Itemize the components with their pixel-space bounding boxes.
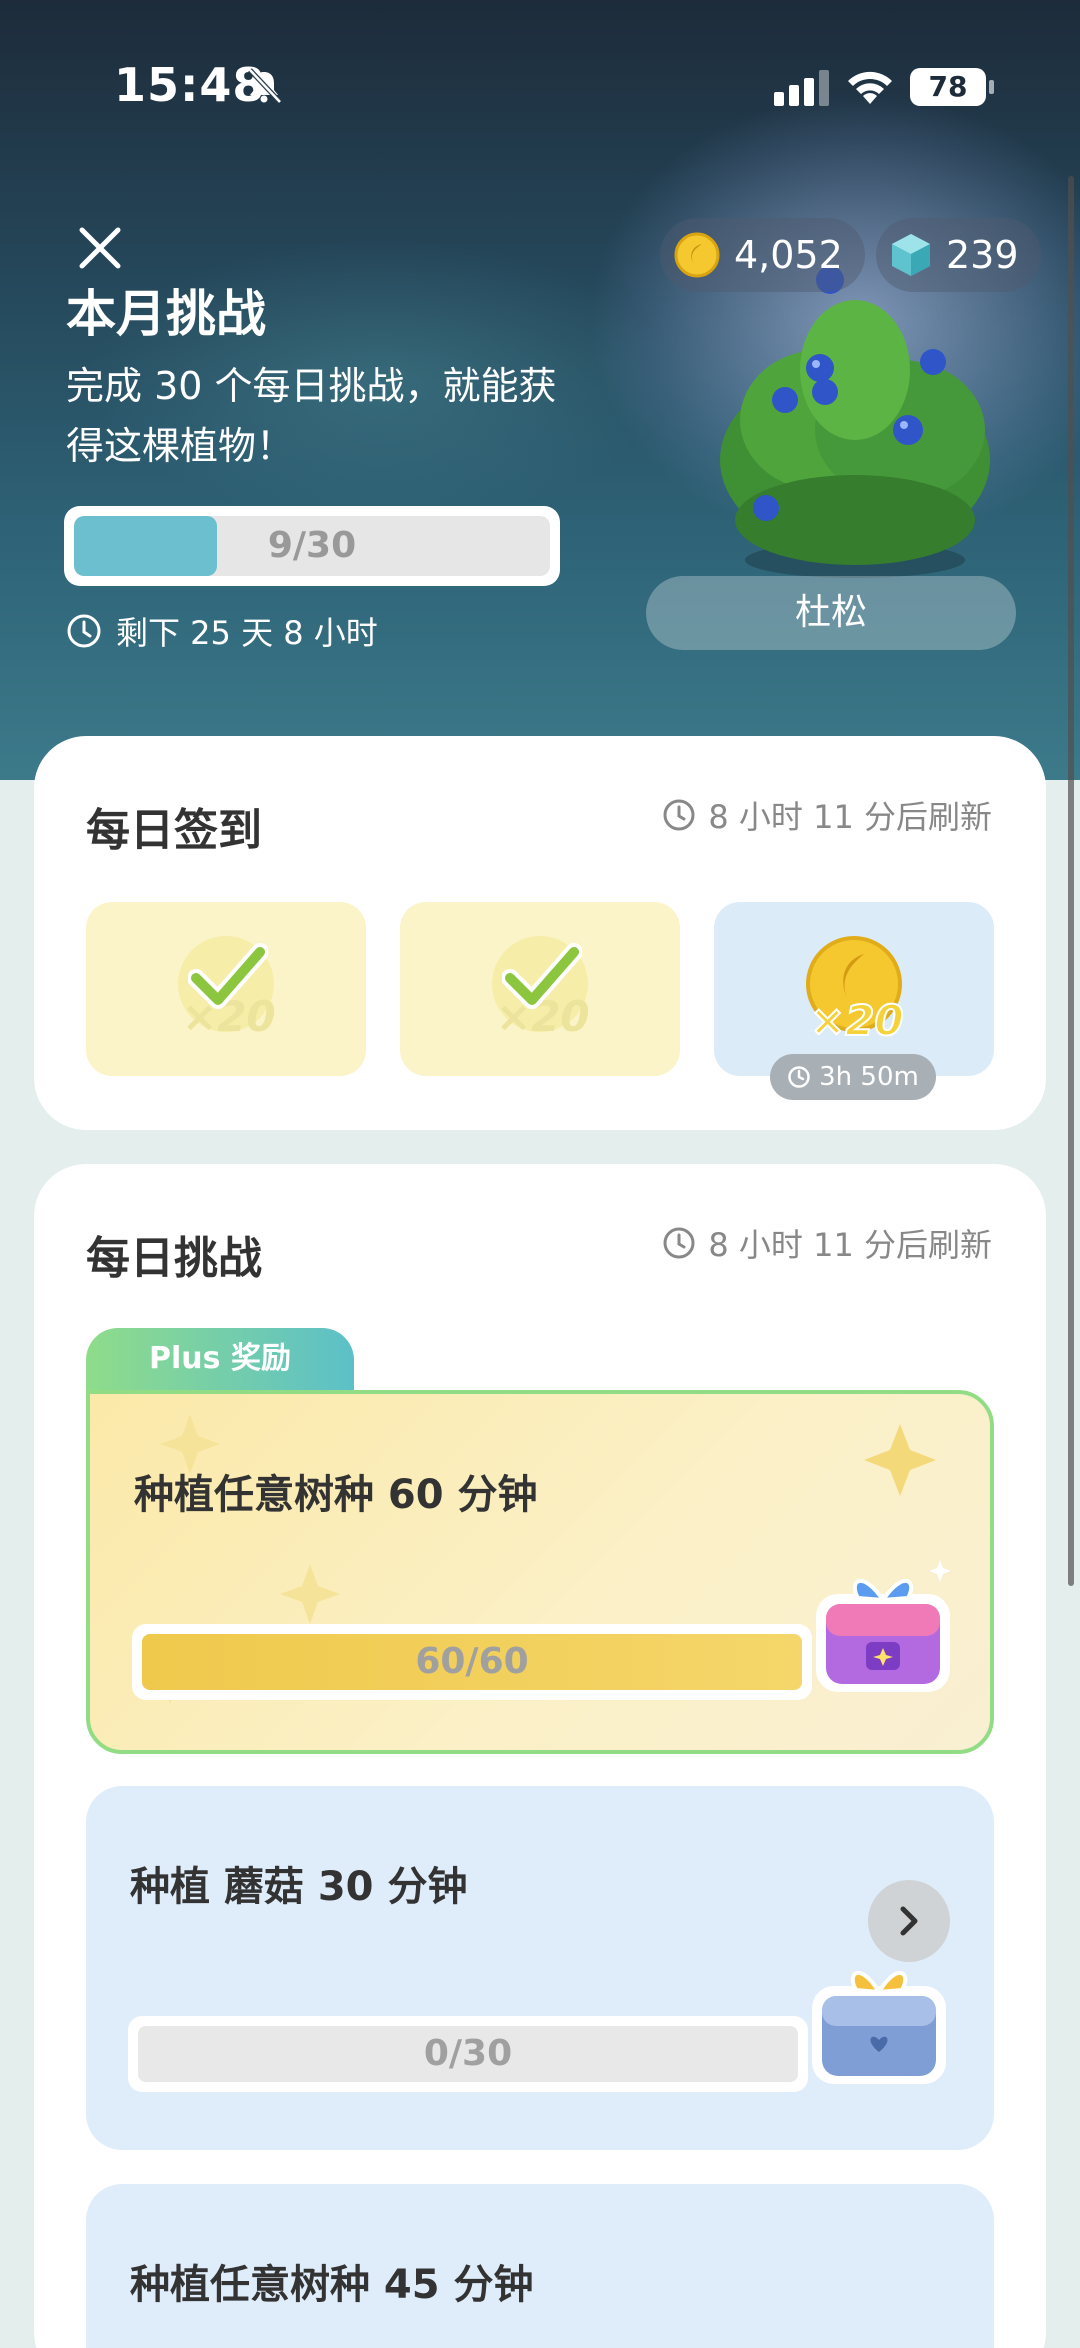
- page-title: 本月挑战: [66, 285, 266, 343]
- gift-box-icon[interactable]: [808, 1550, 958, 1700]
- daily-challenge-refresh: 8 小时 11 分后刷新: [662, 1220, 992, 1266]
- daily-challenge-title: 每日挑战: [86, 1233, 262, 1284]
- coin-icon: [674, 232, 720, 278]
- challenge-item-1-progress: 60/60: [132, 1624, 812, 1700]
- challenge-item-3-title: 种植任意树种 45 分钟: [130, 2262, 534, 2308]
- challenge-item-2-progress: 0/30: [128, 2016, 808, 2092]
- challenge-item-1[interactable]: 种植任意树种 60 分钟 60/60: [86, 1390, 994, 1754]
- checkin-day-1[interactable]: ×20: [86, 902, 366, 1076]
- clock-icon: [663, 1227, 695, 1259]
- daily-challenge-refresh-text: 8 小时 11 分后刷新: [708, 1226, 992, 1264]
- daily-checkin-title: 每日签到: [86, 805, 262, 856]
- status-time: 15:48: [114, 58, 266, 112]
- gem-balance[interactable]: 239: [876, 218, 1041, 292]
- checkin-countdown: 3h 50m: [770, 1054, 936, 1100]
- daily-checkin-refresh: 8 小时 11 分后刷新: [662, 792, 992, 838]
- checkin-day-2[interactable]: ×20: [400, 902, 680, 1076]
- challenge-item-2-progress-text: 0/30: [423, 2033, 513, 2074]
- checkin-day-3[interactable]: ×20: [714, 902, 994, 1076]
- challenge-item-2-go-button[interactable]: [868, 1880, 950, 1962]
- challenge-item-1-progress-text: 60/60: [415, 1641, 529, 1682]
- bell-muted-icon: [248, 68, 282, 104]
- plus-reward-tab: Plus 奖励: [86, 1328, 354, 1394]
- monthly-progress-text: 9/30: [267, 525, 357, 566]
- wifi-icon: [848, 71, 892, 104]
- status-bar: 15:48 78: [0, 0, 1080, 150]
- clock-icon: [788, 1066, 810, 1088]
- checkmark-icon: [502, 943, 582, 1009]
- plant-name: 杜松: [646, 576, 1016, 650]
- time-remaining-text: 剩下 25 天 8 小时: [116, 614, 378, 652]
- challenge-item-2-title: 种植 蘑菇 30 分钟: [130, 1864, 468, 1910]
- challenge-item-2[interactable]: 种植 蘑菇 30 分钟 0/30: [86, 1786, 994, 2150]
- challenge-item-3[interactable]: 种植任意树种 45 分钟: [86, 2184, 994, 2348]
- coin-balance[interactable]: 4,052: [660, 218, 865, 292]
- battery-indicator: 78: [910, 68, 994, 106]
- checkmark-icon: [188, 943, 268, 1009]
- close-icon[interactable]: [74, 222, 126, 274]
- daily-checkin-refresh-text: 8 小时 11 分后刷新: [708, 798, 992, 836]
- checkin-countdown-text: 3h 50m: [819, 1062, 919, 1092]
- monthly-progress-bar: 9/30: [64, 506, 560, 586]
- gem-icon: [892, 234, 930, 276]
- challenge-item-1-title: 种植任意树种 60 分钟: [134, 1472, 538, 1518]
- clock-icon: [663, 799, 695, 831]
- gift-box-icon[interactable]: [806, 1956, 952, 2086]
- cellular-signal-icon: [774, 70, 829, 106]
- checkin-reward-label: ×20: [809, 995, 905, 1046]
- coin-balance-text: 4,052: [734, 233, 843, 277]
- chevron-right-icon: [900, 1906, 918, 1936]
- scrollbar[interactable]: [1068, 176, 1074, 1586]
- time-remaining: 剩下 25 天 8 小时: [66, 608, 378, 654]
- clock-icon: [67, 614, 101, 648]
- challenge-description: 完成 30 个每日挑战，就能获得这棵植物！: [66, 364, 557, 468]
- gem-balance-text: 239: [946, 233, 1019, 277]
